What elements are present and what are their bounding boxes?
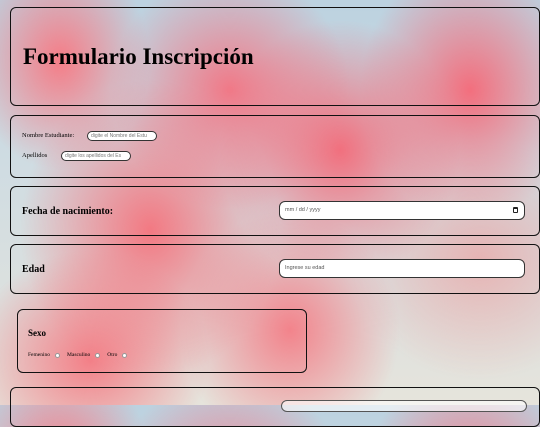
student-name-label: Nombre Estudiante:	[22, 132, 75, 139]
next-section-panel	[10, 387, 540, 427]
age-panel: Edad Ingrese su edad	[10, 244, 540, 294]
calendar-icon[interactable]	[513, 207, 518, 213]
next-section-input[interactable]	[281, 400, 527, 412]
sex-option-femenino-label: Femenino	[28, 352, 50, 358]
student-name-input[interactable]: digite el Nombre del Estu	[87, 131, 157, 141]
birthdate-input[interactable]: mm / dd / yyyy	[279, 201, 525, 220]
sex-option-otro-label: Otro	[107, 352, 118, 358]
title-panel: Formulario Inscripción	[10, 7, 540, 106]
sex-panel: Sexo Femenino Masculino Otro	[17, 309, 307, 373]
student-name-panel: Nombre Estudiante: digite el Nombre del …	[10, 115, 540, 178]
sex-options: Femenino Masculino Otro	[28, 352, 134, 358]
sex-option-masculino-label: Masculino	[67, 352, 91, 358]
sex-radio-femenino[interactable]	[55, 352, 60, 358]
age-input[interactable]: Ingrese su edad	[279, 259, 525, 278]
sex-title: Sexo	[28, 328, 46, 338]
birthdate-label: Fecha de nacimiento:	[22, 206, 114, 217]
sex-radio-masculino[interactable]	[95, 352, 101, 358]
lastname-input[interactable]: digite los apellidos del Es	[61, 151, 131, 161]
sex-radio-otro[interactable]	[122, 352, 128, 358]
page-title: Formulario Inscripción	[23, 44, 254, 69]
birthdate-panel: Fecha de nacimiento: mm / dd / yyyy	[10, 186, 540, 236]
birthdate-placeholder: mm / dd / yyyy	[285, 207, 321, 213]
lastname-label: Apellidos	[22, 152, 48, 159]
age-label: Edad	[22, 264, 45, 275]
